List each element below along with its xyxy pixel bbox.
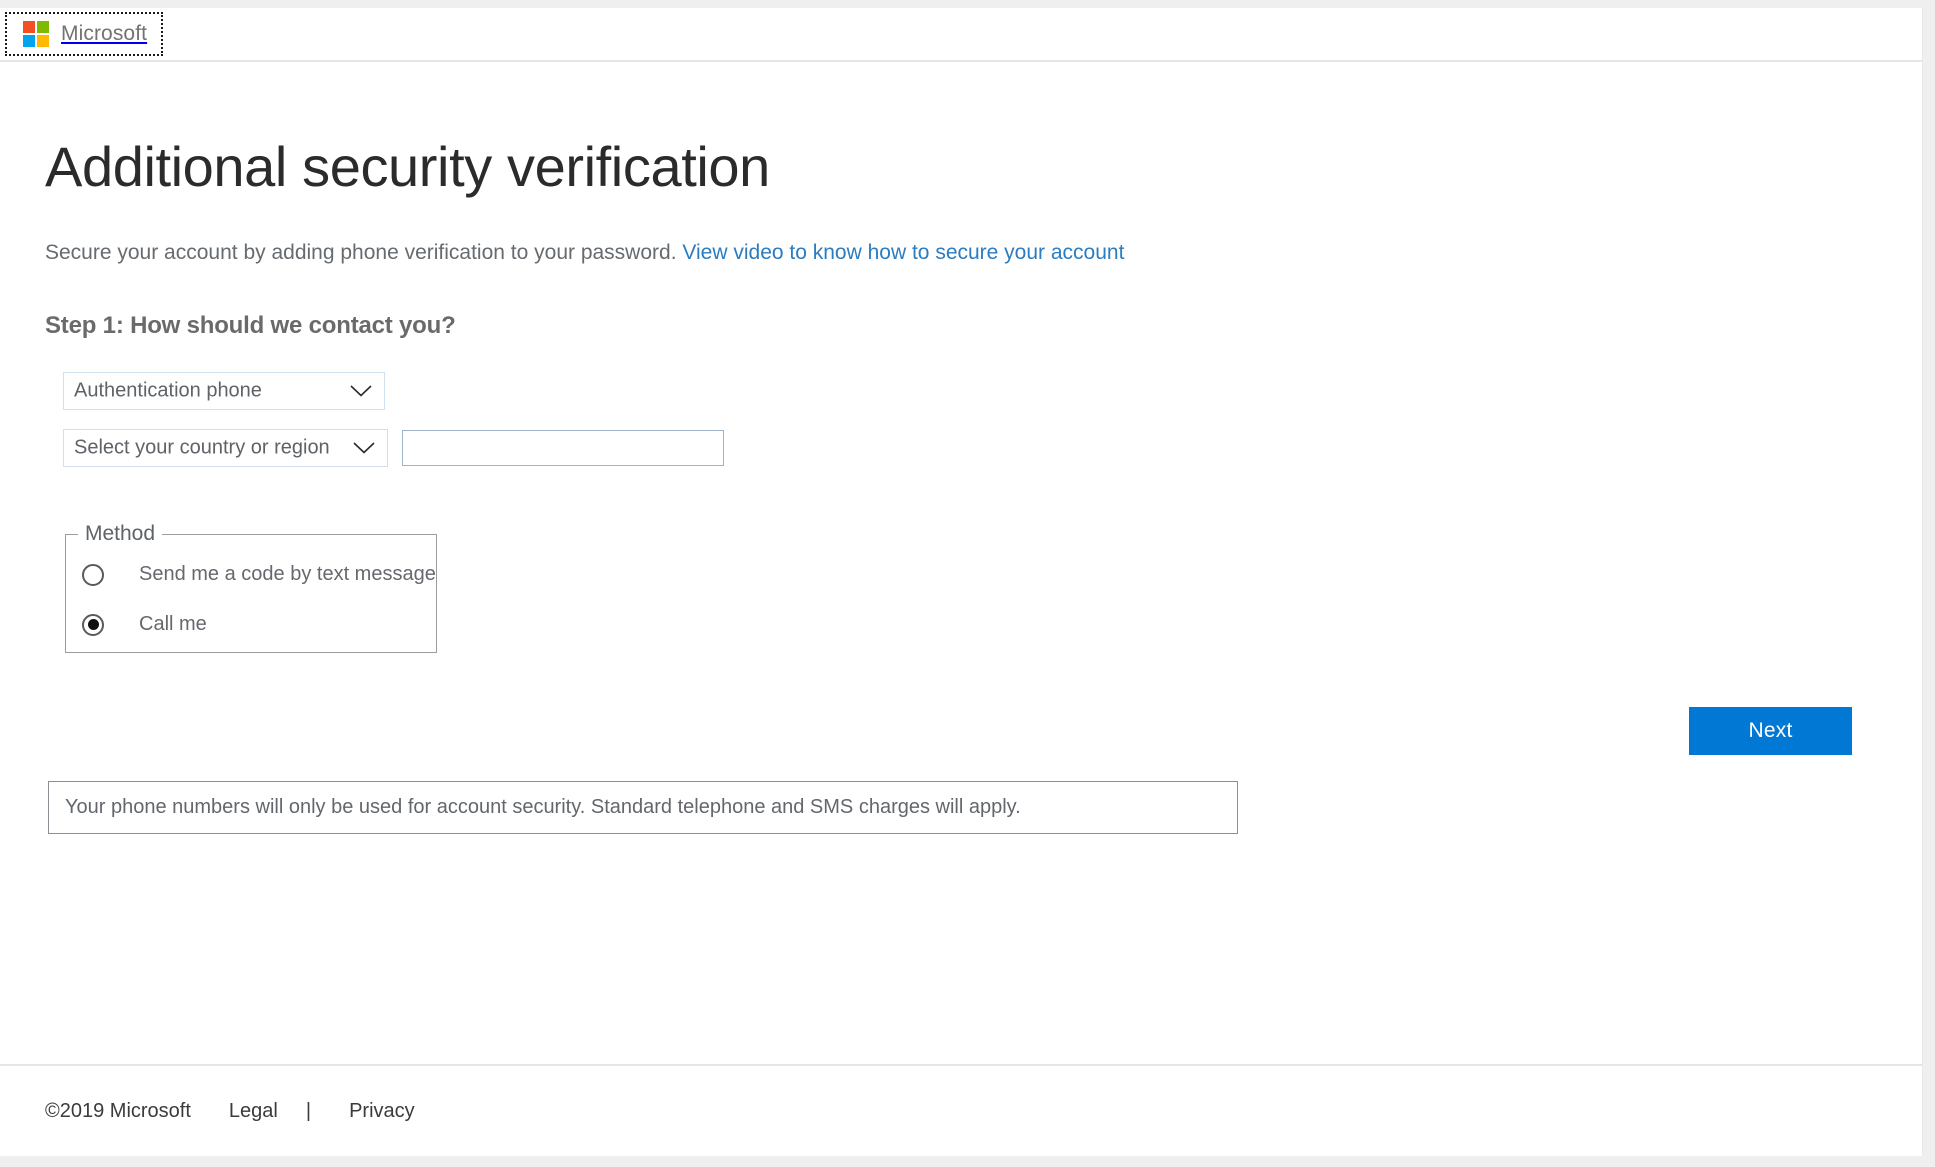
country-region-value: Select your country or region bbox=[74, 436, 330, 459]
actions-row: Next bbox=[45, 653, 1922, 756]
logo-square-green bbox=[37, 21, 49, 33]
site-footer: ©2019 Microsoft Legal | Privacy bbox=[0, 1064, 1922, 1156]
main-content: Additional security verification Secure … bbox=[0, 62, 1922, 1064]
intro-paragraph: Secure your account by adding phone veri… bbox=[45, 197, 1922, 266]
contact-method-row: Authentication phone bbox=[45, 340, 1922, 411]
chevron-down-icon bbox=[350, 385, 372, 398]
radio-option-call-me[interactable]: Call me bbox=[66, 586, 436, 636]
phone-number-input[interactable] bbox=[402, 430, 724, 467]
page-container: Microsoft Additional security verificati… bbox=[0, 8, 1923, 1156]
phone-number-row: Select your country or region bbox=[45, 410, 1922, 468]
privacy-link[interactable]: Privacy bbox=[349, 1100, 415, 1123]
radio-button-text-message[interactable] bbox=[82, 563, 104, 586]
logo-square-blue bbox=[23, 35, 35, 47]
radio-label-text-message: Send me a code by text message bbox=[139, 563, 436, 586]
method-fieldset: Method Send me a code by text message Ca… bbox=[65, 522, 437, 654]
intro-text: Secure your account by adding phone veri… bbox=[45, 240, 677, 264]
logo-square-yellow bbox=[37, 35, 49, 47]
microsoft-logo-icon bbox=[23, 21, 49, 47]
site-header: Microsoft bbox=[0, 8, 1922, 62]
next-button[interactable]: Next bbox=[1689, 707, 1852, 756]
radio-button-call-me[interactable] bbox=[82, 613, 104, 636]
page-title: Additional security verification bbox=[45, 135, 770, 198]
view-video-link[interactable]: View video to know how to secure your ac… bbox=[682, 241, 1124, 264]
radio-label-call-me: Call me bbox=[139, 613, 207, 636]
contact-method-value: Authentication phone bbox=[74, 379, 262, 402]
step-title: Step 1: How should we contact you? bbox=[45, 312, 456, 340]
contact-method-select[interactable]: Authentication phone bbox=[63, 372, 385, 411]
copyright-text: ©2019 Microsoft bbox=[45, 1099, 191, 1122]
country-region-select[interactable]: Select your country or region bbox=[63, 429, 388, 468]
microsoft-brand-link[interactable]: Microsoft bbox=[5, 12, 164, 56]
disclaimer-box: Your phone numbers will only be used for… bbox=[48, 781, 1238, 835]
chevron-down-icon bbox=[353, 442, 375, 455]
footer-separator: | bbox=[305, 1099, 312, 1122]
radio-option-text-message[interactable]: Send me a code by text message bbox=[66, 552, 436, 586]
method-legend: Method bbox=[85, 522, 156, 546]
logo-square-red bbox=[23, 21, 35, 33]
brand-name: Microsoft bbox=[61, 22, 148, 45]
legal-link[interactable]: Legal bbox=[229, 1100, 278, 1123]
